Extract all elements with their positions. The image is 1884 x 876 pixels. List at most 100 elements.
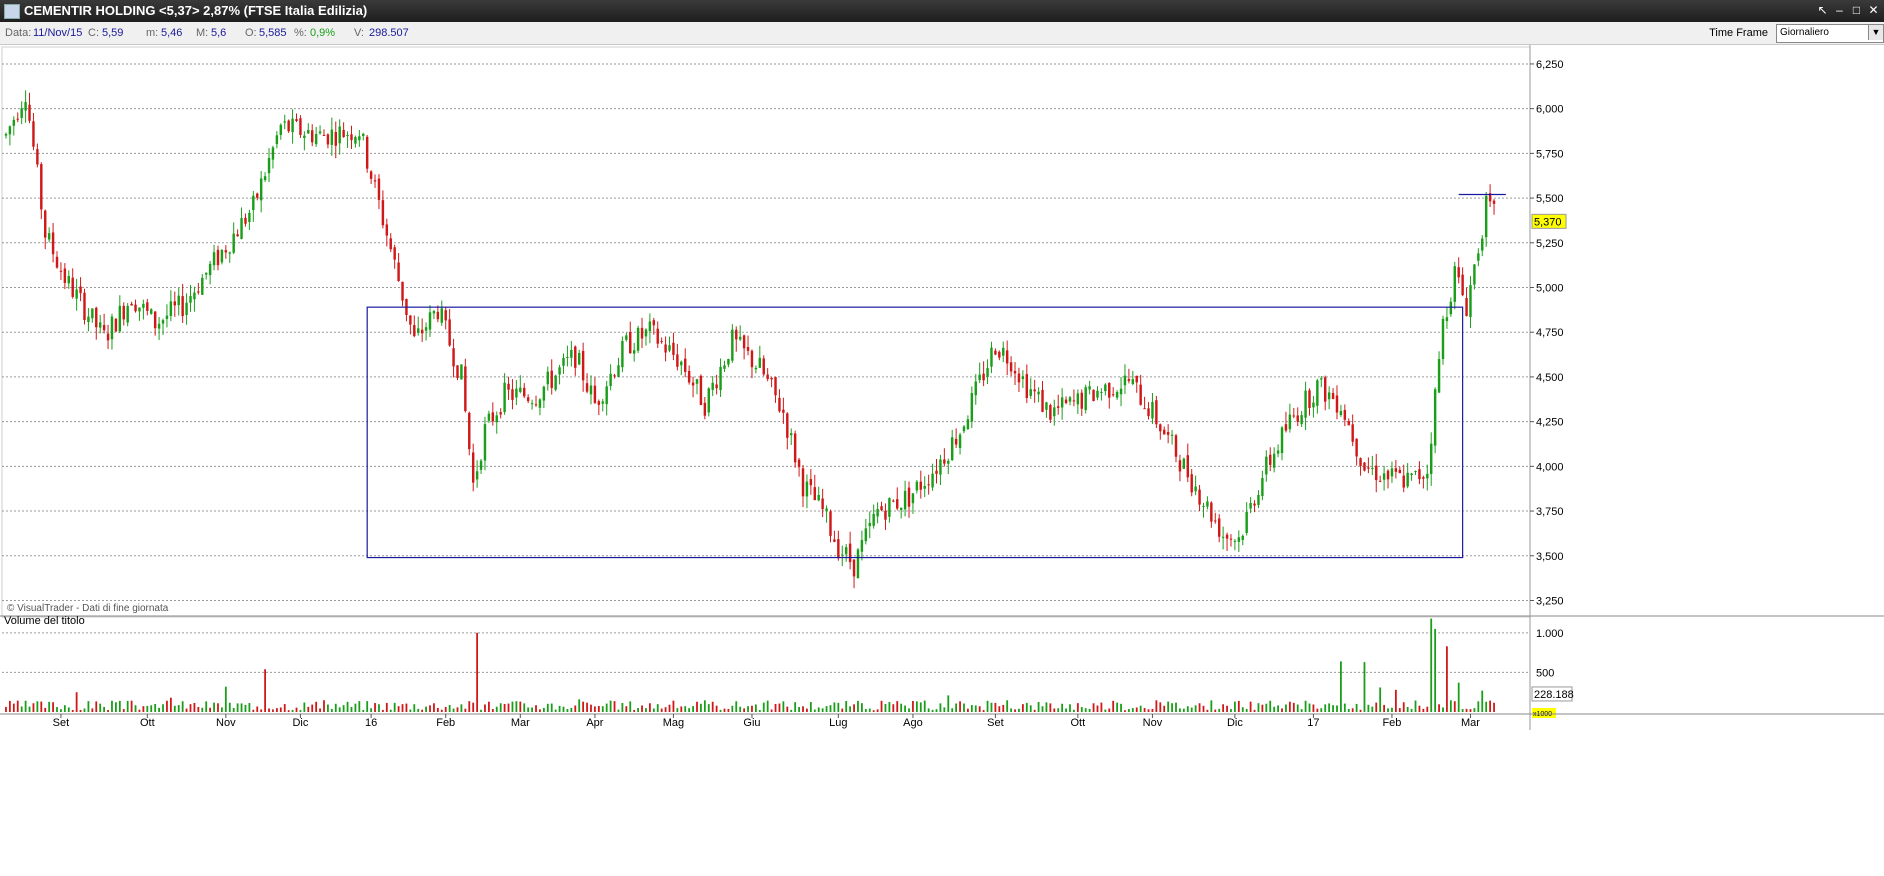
volume-bar (707, 704, 710, 712)
volume-bar (1296, 704, 1299, 712)
volume-bar (213, 702, 215, 712)
candle-body (1371, 467, 1374, 469)
volume-bar (1147, 709, 1150, 712)
candle-body (1378, 480, 1382, 482)
candle-body (605, 386, 608, 405)
candle-body (546, 371, 550, 385)
volume-bar (1387, 708, 1389, 712)
candle-body (640, 327, 644, 339)
candle-body (982, 373, 985, 381)
candle-body (491, 412, 495, 422)
volume-bar (570, 707, 573, 712)
volume-bar (758, 709, 761, 712)
candle-body (617, 365, 620, 378)
volume-bar (130, 700, 133, 712)
volume-bar (542, 707, 545, 712)
volume-bar (986, 700, 989, 712)
volume-bar (1383, 704, 1385, 712)
month-label: Feb (436, 717, 455, 729)
volume-bar (696, 701, 698, 712)
volume-bar (833, 702, 836, 712)
volume-bar (448, 704, 451, 712)
candle-body (644, 329, 648, 337)
candle-body (530, 403, 534, 405)
close-price-value: 5,59 (102, 27, 124, 39)
candle-body (322, 135, 326, 137)
candle-body (597, 401, 601, 405)
candle-body (228, 252, 231, 254)
close-button[interactable]: ✕ (1866, 3, 1881, 18)
chevron-down-icon[interactable]: ▼ (1868, 25, 1883, 40)
candle-body (1135, 375, 1138, 383)
candle-body (691, 382, 695, 386)
price-tick-label: 4,000 (1536, 461, 1564, 473)
candle-body (1131, 379, 1135, 384)
volume-bar (1237, 700, 1240, 712)
candle-body (75, 289, 78, 299)
volume-bar (641, 705, 643, 712)
volume-bar (1355, 703, 1358, 712)
volume-bar (1253, 709, 1256, 712)
volume-bar (727, 708, 730, 712)
candle-body (1484, 195, 1488, 238)
candle-body (334, 131, 337, 146)
candle-body (24, 102, 27, 111)
volume-bar (774, 703, 777, 712)
volume-tick-label: 500 (1536, 667, 1554, 679)
volume-bar (460, 704, 463, 712)
price-chart[interactable]: 3,250 3,500 3,750 4,000 4,250 4,500 4,750 5,000… (0, 44, 1884, 876)
volume-bar (1230, 709, 1232, 712)
candle-body (719, 366, 722, 391)
volume-bar (248, 703, 251, 712)
volume-bar (613, 701, 616, 712)
volume-bar (829, 705, 832, 712)
volume-bar (252, 709, 255, 712)
candle-body (1045, 402, 1048, 410)
candle-body (1288, 414, 1292, 430)
pin-icon[interactable]: ↖ (1815, 3, 1830, 18)
volume-bar (299, 710, 302, 712)
percent-change-label: %: (294, 27, 307, 39)
volume-bar (95, 701, 98, 712)
month-label: 16 (365, 717, 377, 729)
candle-body (1284, 424, 1288, 431)
volume-bar (16, 700, 19, 712)
volume-bar (597, 706, 600, 712)
volume-bar (1347, 708, 1350, 712)
volume-bar (1351, 708, 1354, 712)
volume-bar (1477, 701, 1480, 712)
volume-bar (272, 709, 274, 712)
volume-bar (228, 702, 231, 712)
candle-body (1441, 318, 1445, 360)
candle-body (660, 341, 663, 343)
candle-body (252, 195, 255, 211)
candle-body (1312, 402, 1315, 408)
candle-body (621, 340, 624, 368)
volume-bar (660, 708, 663, 712)
candle-body (389, 238, 392, 250)
candle-body (636, 327, 640, 351)
candle-body (923, 485, 926, 489)
timeframe-select[interactable]: Giornaliero ▼ (1776, 24, 1884, 43)
candle-body (1249, 503, 1252, 509)
candle-body (381, 200, 385, 226)
candle-body (102, 325, 106, 331)
candle-body (574, 346, 577, 368)
volume-bar (1175, 702, 1177, 712)
price-tick-label: 5,750 (1536, 148, 1564, 160)
minimize-button[interactable]: – (1832, 3, 1847, 18)
month-label: Ott (1071, 717, 1086, 729)
volume-bar (931, 709, 934, 712)
candle-body (687, 371, 691, 383)
max-price-value: 5,6 (211, 27, 227, 39)
candle-body (1100, 391, 1103, 393)
maximize-button[interactable]: □ (1849, 3, 1864, 18)
info-bar: Data: 11/Nov/15 C: 5,59 m: 5,46 M: 5,6 O… (0, 22, 1884, 45)
volume-bar (1434, 628, 1437, 712)
volume-bar (32, 703, 35, 712)
candle-body (1190, 474, 1193, 493)
month-label: Giu (743, 717, 760, 729)
candle-body (1445, 317, 1449, 322)
volume-bar (425, 706, 427, 712)
candle-body (507, 383, 510, 390)
